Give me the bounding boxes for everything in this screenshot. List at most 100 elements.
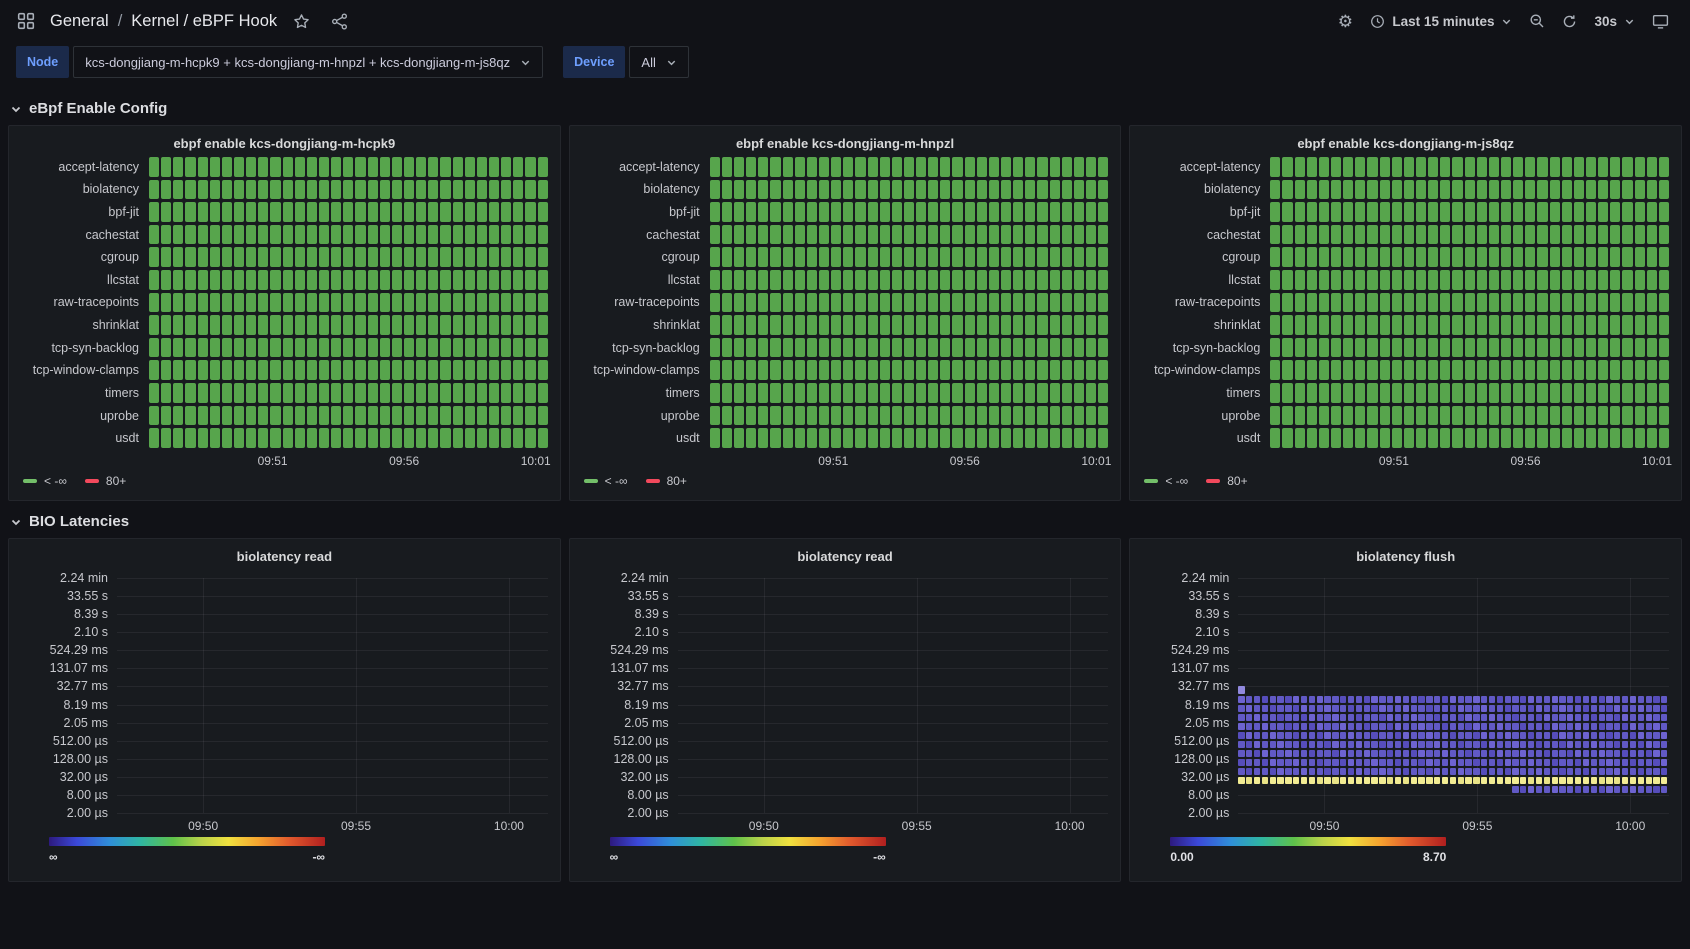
- panel-title[interactable]: ebpf enable kcs-dongjiang-m-hnpzl: [582, 132, 1109, 153]
- y-axis-labels: 2.24 min 33.55 s 8.39 s 2.10 s 524.29 ms 131.…: [582, 571, 678, 820]
- timeline-cell: [940, 270, 951, 290]
- share-icon[interactable]: [325, 7, 353, 35]
- heatmap-cell: [1449, 713, 1456, 721]
- timeline-cell: [1025, 179, 1036, 200]
- timeline-cell: [513, 315, 524, 335]
- timeline-cell: [1367, 428, 1378, 448]
- star-icon[interactable]: [287, 7, 315, 35]
- heatmap-cell: [1520, 767, 1527, 776]
- heatmap-cell: [1269, 740, 1276, 749]
- heatmap-cell: [1449, 695, 1456, 703]
- zoom-out-icon[interactable]: [1523, 7, 1551, 35]
- timeline-cell: [1658, 405, 1669, 426]
- row-header-bio-latencies[interactable]: BIO Latencies: [0, 501, 1690, 538]
- time-range-picker[interactable]: Last 15 minutes: [1363, 8, 1519, 35]
- heatmap-cell: [1661, 749, 1668, 758]
- timeline-cell: [1306, 428, 1317, 448]
- timeline-cell: [1488, 292, 1500, 313]
- heatmap-cell: [1269, 722, 1276, 731]
- heatmap-plot[interactable]: [117, 578, 548, 814]
- heatmap-cell: [1394, 758, 1402, 767]
- timeline-cell: [976, 270, 987, 290]
- legend-item-threshold[interactable]: 80+: [1206, 474, 1248, 488]
- variable-device-select[interactable]: All: [629, 46, 689, 78]
- timeline-cell: [1622, 360, 1633, 381]
- breadcrumb: General / Kernel / eBPF Hook: [50, 12, 277, 31]
- panel-title[interactable]: ebpf enable kcs-dongjiang-m-js8qz: [1142, 132, 1669, 153]
- panel-title[interactable]: biolatency flush: [1142, 545, 1669, 566]
- heatmap-cell: [1379, 740, 1386, 749]
- heatmap-cell: [1637, 731, 1644, 740]
- timeline-cell: [721, 292, 732, 313]
- timeline-cell: [1086, 315, 1097, 335]
- panel-title[interactable]: ebpf enable kcs-dongjiang-m-hcpk9: [21, 132, 548, 153]
- timeline-cell: [440, 337, 451, 358]
- dashboard-settings-gear-icon[interactable]: ⚙: [1331, 7, 1359, 35]
- breadcrumb-folder[interactable]: General: [50, 12, 109, 31]
- heatmap-plot[interactable]: [1238, 578, 1670, 814]
- gridline-horizontal: [117, 578, 548, 579]
- refresh-interval-picker[interactable]: 30s: [1587, 8, 1642, 35]
- timeline-cell: [428, 157, 439, 177]
- timeline-cell: [1586, 315, 1597, 335]
- legend-item-enabled[interactable]: < -∞: [583, 474, 628, 488]
- category-label: timers: [665, 385, 700, 400]
- heatmap-cell: [1496, 695, 1503, 703]
- gridline-horizontal: [677, 650, 1109, 652]
- timeline-cell: [1355, 428, 1366, 448]
- timeline-cell: [1440, 315, 1451, 335]
- timeline-cell: [197, 179, 208, 200]
- gridline-horizontal: [117, 740, 548, 742]
- category-label: biolatency: [1204, 182, 1261, 197]
- category-label: raw-tracepoints: [53, 295, 139, 310]
- heatmap-cell: [1528, 704, 1535, 712]
- panel-title[interactable]: biolatency read: [582, 545, 1109, 566]
- legend-item-threshold[interactable]: 80+: [645, 474, 687, 488]
- timeline-cell: [1549, 405, 1560, 426]
- heatmap-cell: [1496, 740, 1503, 749]
- timeline-plot[interactable]: [1270, 157, 1669, 448]
- timeline-cell: [197, 428, 208, 448]
- apps-grid-icon[interactable]: [12, 7, 40, 35]
- timeline-plot[interactable]: [709, 157, 1109, 448]
- variable-node-select[interactable]: kcs-dongjiang-m-hcpk9 + kcs-dongjiang-m-…: [73, 46, 544, 78]
- row-header-ebpf-enable-config[interactable]: eBpf Enable Config: [0, 88, 1690, 125]
- timeline-cell: [916, 360, 927, 381]
- heatmap-cell: [1520, 740, 1527, 749]
- legend-item-enabled[interactable]: < -∞: [23, 474, 67, 488]
- timeline-cell: [1476, 383, 1487, 403]
- timeline-cell: [806, 405, 817, 426]
- timeline-cell: [1610, 247, 1621, 268]
- timeline-cell: [294, 337, 305, 358]
- refresh-icon[interactable]: [1555, 7, 1583, 35]
- timeline-cell: [1513, 360, 1524, 381]
- timeline-cell: [1598, 157, 1609, 177]
- y-tick-label: 131.07 ms: [49, 661, 108, 676]
- legend-item-threshold[interactable]: 80+: [84, 474, 126, 488]
- heatmap-cell: [1363, 713, 1370, 721]
- heatmap-cell: [1473, 740, 1480, 749]
- y-tick-label: 32.77 ms: [617, 679, 669, 694]
- monitor-icon[interactable]: [1646, 7, 1674, 35]
- timeline-cell: [209, 270, 220, 290]
- timeline-cell: [1416, 405, 1427, 426]
- timeline-cell: [1501, 202, 1512, 222]
- gridline-horizontal: [677, 740, 1109, 742]
- legend-item-enabled[interactable]: < -∞: [1144, 474, 1188, 488]
- timeline-cell: [282, 315, 293, 335]
- timeline-cell: [1037, 360, 1048, 381]
- heatmap-cell: [1606, 749, 1613, 758]
- timeline-plot[interactable]: [149, 157, 548, 448]
- breadcrumb-dashboard[interactable]: Kernel / eBPF Hook: [131, 12, 277, 31]
- timeline-cell: [891, 247, 902, 268]
- timeline-cell: [746, 157, 757, 177]
- timeline-cell: [501, 270, 512, 290]
- heatmap-plot[interactable]: [677, 578, 1109, 814]
- timeline-cell: [806, 247, 817, 268]
- panel-title[interactable]: biolatency read: [21, 545, 548, 566]
- heatmap-cell: [1598, 695, 1605, 703]
- heatmap-cell: [1653, 749, 1660, 758]
- heatmap-cell: [1410, 704, 1417, 712]
- timeline-cell: [1367, 202, 1378, 222]
- timeline-cell: [721, 428, 732, 448]
